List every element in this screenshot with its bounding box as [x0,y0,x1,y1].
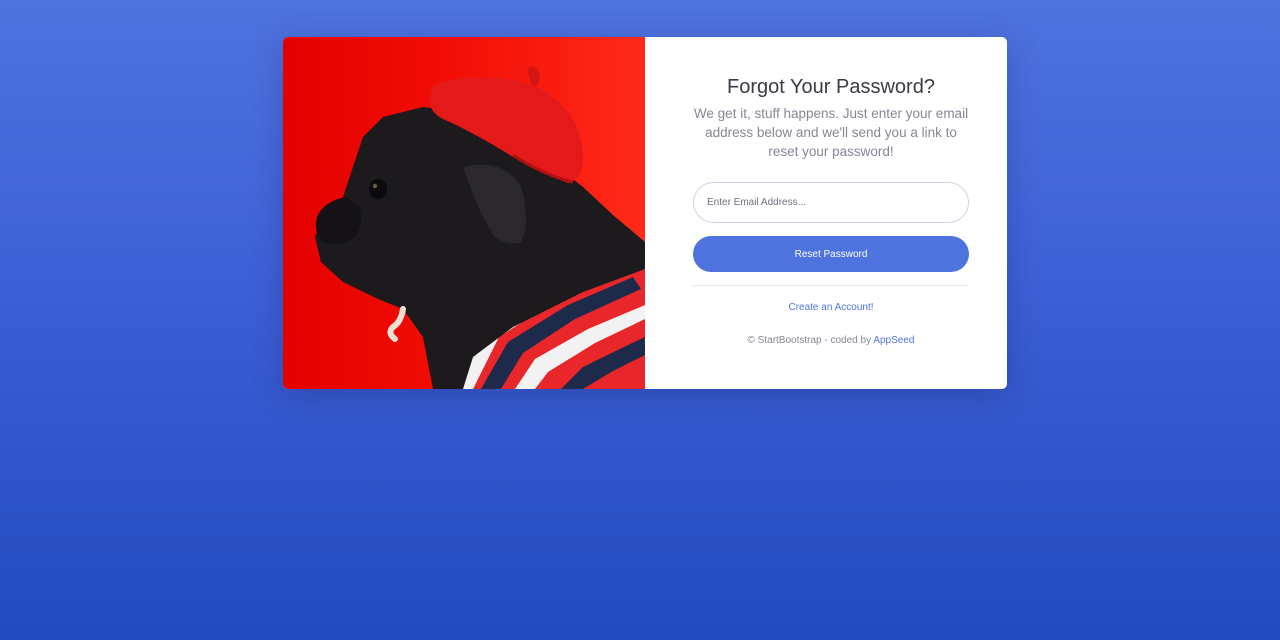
hero-image [283,37,645,389]
pug-eye-highlight [372,183,378,189]
beret-stem [527,66,540,87]
create-account-link[interactable]: Create an Account! [788,302,873,313]
collar-string [387,306,406,342]
forgot-password-form: Forgot Your Password? We get it, stuff h… [645,37,1007,389]
appseed-link[interactable]: AppSeed [873,335,914,346]
divider [693,285,969,286]
footer-credit: © StartBootstrap - coded by AppSeed [693,335,969,346]
forgot-password-card: Forgot Your Password? We get it, stuff h… [283,37,1007,389]
footer-credit-text: © StartBootstrap - coded by [747,335,874,346]
instructions-text: We get it, stuff happens. Just enter you… [693,106,969,159]
pug-eye [369,179,387,199]
reset-password-button[interactable]: Reset Password [693,236,969,272]
email-input[interactable] [693,182,969,223]
pug-snout [316,197,362,245]
pug-illustration [315,66,645,389]
page-title: Forgot Your Password? [727,76,935,98]
